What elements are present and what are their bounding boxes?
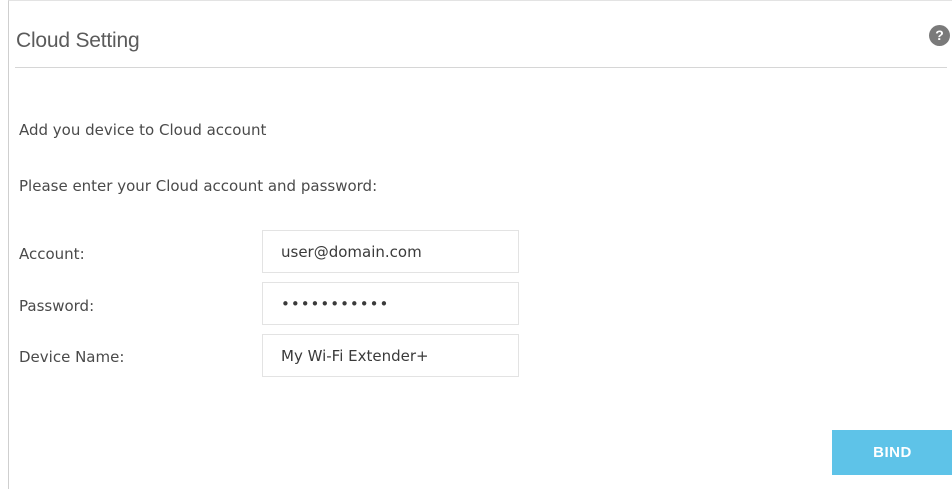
account-label: Account: [19, 245, 85, 263]
password-label: Password: [19, 297, 95, 315]
cloud-setting-panel: Cloud Setting ? Add you device to Cloud … [8, 0, 952, 489]
device-name-label: Device Name: [19, 348, 125, 366]
device-name-input[interactable] [262, 334, 519, 377]
intro-text: Add you device to Cloud account [19, 121, 267, 139]
page-title: Cloud Setting [16, 29, 140, 52]
help-icon[interactable]: ? [929, 25, 950, 46]
bind-button[interactable]: BIND [832, 430, 952, 475]
title-divider [15, 67, 947, 68]
account-input[interactable] [262, 230, 519, 273]
prompt-text: Please enter your Cloud account and pass… [19, 177, 378, 195]
password-input[interactable] [262, 282, 519, 325]
